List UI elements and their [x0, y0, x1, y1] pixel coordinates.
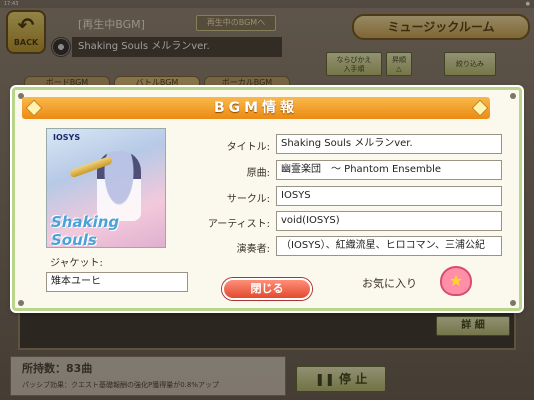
performer-label: 演奏者:	[236, 244, 270, 255]
original-label: 原曲:	[246, 168, 270, 179]
corner-ornament	[510, 300, 516, 306]
dialog-title: BGM情報	[22, 97, 490, 119]
jacket-credit-field: 雉本ユーヒ	[46, 272, 188, 292]
jacket-brand-logo: IOSYS	[53, 133, 81, 142]
title-field: Shaking Souls メルランver.	[276, 134, 502, 154]
original-field: 幽霊楽団 ～ Phantom Ensemble	[276, 160, 502, 180]
jacket-image: IOSYS Shaking Souls	[46, 128, 166, 248]
jacket-title-logo: Shaking Souls	[51, 213, 120, 248]
title-label: タイトル:	[226, 142, 270, 153]
artist-label: アーティスト:	[207, 219, 270, 230]
favorite-button[interactable]: ★	[440, 266, 472, 296]
performer-field: （IOSYS）、紅織流星、ヒロコマン、三浦公紀	[276, 236, 502, 256]
circle-field: IOSYS	[276, 186, 502, 206]
close-button[interactable]: 閉じる	[222, 278, 312, 300]
star-heart-icon: ★	[448, 271, 464, 290]
jacket-label: ジャケット:	[50, 258, 103, 269]
artist-field: void(IOSYS)	[276, 211, 502, 231]
circle-label: サークル:	[226, 194, 270, 205]
favorite-label: お気に入り	[362, 277, 417, 290]
corner-ornament	[18, 300, 24, 306]
corner-ornament	[510, 93, 516, 99]
